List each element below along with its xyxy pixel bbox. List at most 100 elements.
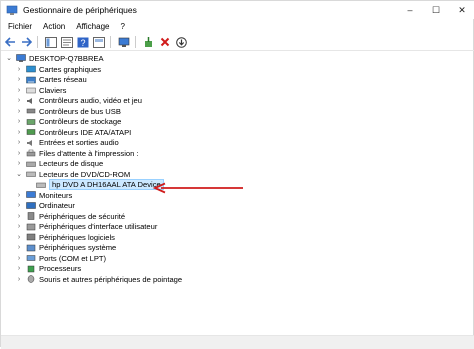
keyboard-icon xyxy=(26,88,36,94)
computer-icon xyxy=(16,54,26,63)
tree-item-lecteurs-disque[interactable]: › Lecteurs de disque xyxy=(15,159,103,170)
help-button[interactable]: ? xyxy=(76,35,90,49)
storage-controller-icon xyxy=(26,119,36,125)
chevron-right-icon[interactable]: › xyxy=(15,138,23,148)
chevron-down-icon[interactable]: ⌄ xyxy=(15,169,23,179)
tree-item-securite[interactable]: › Périphériques de sécurité xyxy=(15,211,125,222)
help-icon: ? xyxy=(77,37,89,48)
tree-item-ide[interactable]: › Contrôleurs IDE ATA/ATAPI xyxy=(15,127,131,138)
tree-item-claviers[interactable]: › Claviers xyxy=(15,85,67,96)
red-x-icon xyxy=(160,37,170,47)
tree-item-label: Contrôleurs de bus USB xyxy=(39,106,121,116)
tree-item-hp-dvd-device[interactable]: hp DVD A DH16AAL ATA Device xyxy=(33,179,164,191)
menu-help[interactable]: ? xyxy=(120,22,124,31)
tree-item-label: Périphériques logiciels xyxy=(39,232,115,242)
svg-text:?: ? xyxy=(80,38,85,48)
chevron-right-icon[interactable]: › xyxy=(15,232,23,242)
security-device-icon xyxy=(27,212,35,220)
processor-icon xyxy=(27,265,35,272)
computer-icon xyxy=(26,202,36,209)
scan-hardware-button[interactable] xyxy=(117,35,131,49)
tree-item-processeurs[interactable]: › Processeurs xyxy=(15,264,81,275)
tree-item-ports[interactable]: › Ports (COM et LPT) xyxy=(15,253,106,264)
tree-view-icon xyxy=(45,36,57,48)
close-button[interactable]: ✕ xyxy=(449,1,474,19)
toolbar-separator xyxy=(135,36,136,48)
title-bar: Gestionnaire de périphériques – ☐ ✕ xyxy=(1,1,474,19)
tree-item-label: Cartes graphiques xyxy=(39,64,102,74)
chevron-right-icon[interactable]: › xyxy=(15,148,23,158)
tree-item-label: Contrôleurs IDE ATA/ATAPI xyxy=(39,127,132,137)
menu-action[interactable]: Action xyxy=(43,22,65,31)
ide-controller-icon xyxy=(26,129,36,135)
tree-item-stockage[interactable]: › Contrôleurs de stockage xyxy=(15,117,121,128)
properties-button[interactable] xyxy=(60,35,74,49)
chevron-right-icon[interactable]: › xyxy=(15,85,23,95)
chevron-right-icon[interactable]: › xyxy=(15,117,23,127)
chevron-right-icon[interactable]: › xyxy=(15,243,23,253)
disable-device-button[interactable] xyxy=(174,35,188,49)
network-adapter-icon xyxy=(26,76,36,83)
toolbar-separator xyxy=(37,36,38,48)
chevron-right-icon[interactable]: › xyxy=(15,75,23,85)
device-manager-window: Gestionnaire de périphériques – ☐ ✕ Fich… xyxy=(0,0,474,349)
chevron-right-icon[interactable]: › xyxy=(15,159,23,169)
tree-item-cartes-reseau[interactable]: › Cartes réseau xyxy=(15,75,87,86)
tree-item-controleurs-audio[interactable]: › Contrôleurs audio, vidéo et jeu xyxy=(15,96,142,107)
view-button[interactable] xyxy=(92,35,106,49)
minimize-button[interactable]: – xyxy=(397,1,423,19)
tree-item-label: Ordinateur xyxy=(39,201,75,211)
show-hide-tree-button[interactable] xyxy=(44,35,58,49)
chevron-right-icon[interactable]: › xyxy=(15,211,23,221)
update-driver-button[interactable] xyxy=(142,35,156,49)
tree-root[interactable]: ⌄ DESKTOP-Q7BBREA xyxy=(5,53,104,64)
tree-item-label: Cartes réseau xyxy=(39,75,87,85)
tree-item-souris[interactable]: › Souris et autres périphériques de poin… xyxy=(15,274,182,285)
tree-item-ordinateur[interactable]: › Ordinateur xyxy=(15,201,75,212)
hid-icon xyxy=(26,223,36,230)
tree-item-cartes-graphiques[interactable]: › Cartes graphiques xyxy=(15,64,101,75)
printer-icon xyxy=(26,150,36,157)
tree-item-label: Files d'attente à l'impression : xyxy=(39,148,139,158)
chevron-right-icon[interactable]: › xyxy=(15,190,23,200)
usb-icon xyxy=(26,109,36,114)
tree-item-logiciels[interactable]: › Périphériques logiciels xyxy=(15,232,115,243)
tree-item-label: Périphériques de sécurité xyxy=(39,211,126,221)
chevron-down-icon[interactable]: ⌄ xyxy=(5,53,13,63)
menu-fichier[interactable]: Fichier xyxy=(8,22,32,31)
uninstall-button[interactable] xyxy=(158,35,172,49)
tree-item-lecteurs-dvd[interactable]: ⌄ Lecteurs de DVD/CD-ROM xyxy=(15,169,130,180)
chevron-right-icon[interactable]: › xyxy=(15,201,23,211)
chevron-right-icon[interactable]: › xyxy=(15,127,23,137)
display-adapter-icon xyxy=(26,66,36,73)
maximize-button[interactable]: ☐ xyxy=(423,1,449,19)
forward-button[interactable] xyxy=(19,35,33,49)
chevron-right-icon[interactable]: › xyxy=(15,253,23,263)
tree-item-usb[interactable]: › Contrôleurs de bus USB xyxy=(15,106,121,117)
chevron-right-icon[interactable]: › xyxy=(15,64,23,74)
menu-affichage[interactable]: Affichage xyxy=(76,22,109,31)
tree-item-label: Entrées et sorties audio xyxy=(39,138,119,148)
chevron-right-icon[interactable]: › xyxy=(15,96,23,106)
tree-item-label: Lecteurs de disque xyxy=(39,159,104,169)
toolbar: ? xyxy=(1,34,474,51)
tree-item-entrees-sorties-audio[interactable]: › Entrées et sorties audio xyxy=(15,138,119,149)
tree-item-systeme[interactable]: › Périphériques système xyxy=(15,243,116,254)
device-manager-icon xyxy=(6,5,18,15)
tree-item-label: Contrôleurs de stockage xyxy=(39,117,122,127)
chevron-right-icon[interactable]: › xyxy=(15,222,23,232)
port-icon xyxy=(26,255,36,261)
tree-item-interface-utilisateur[interactable]: › Périphériques d'interface utilisateur xyxy=(15,222,158,233)
chevron-right-icon[interactable]: › xyxy=(15,274,23,284)
chevron-right-icon[interactable]: › xyxy=(15,106,23,116)
monitor-icon xyxy=(26,191,36,198)
chevron-right-icon[interactable]: › xyxy=(15,264,23,274)
window-title: Gestionnaire de périphériques xyxy=(23,5,137,15)
selected-device-label: hp DVD A DH16AAL ATA Device xyxy=(49,179,164,191)
tree-item-label: Contrôleurs audio, vidéo et jeu xyxy=(39,96,143,106)
tree-item-files-attente[interactable]: › Files d'attente à l'impression : xyxy=(15,148,139,159)
tree-item-moniteurs[interactable]: › Moniteurs xyxy=(15,190,73,201)
download-circle-icon xyxy=(175,36,187,48)
audio-io-icon xyxy=(27,139,32,146)
back-button[interactable] xyxy=(3,35,17,49)
